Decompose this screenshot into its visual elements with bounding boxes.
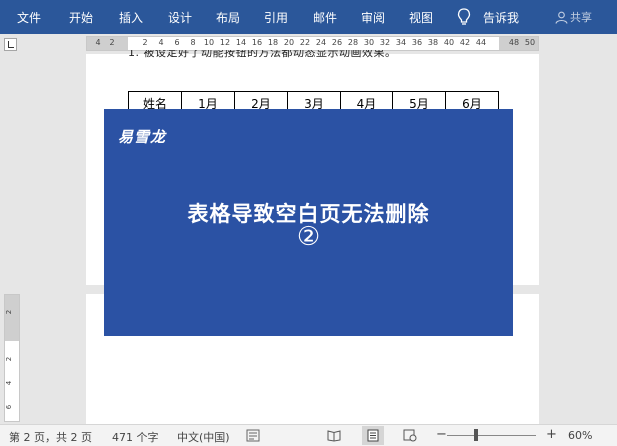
lightbulb-icon <box>457 8 471 25</box>
ruler-number: 50 <box>524 38 536 47</box>
ribbon-tab-bar: 文件 开始 插入 设计 布局 引用 邮件 审阅 视图 告诉我 共享 <box>0 0 617 34</box>
ruler-number: 24 <box>315 38 327 47</box>
tell-me-search[interactable]: 告诉我 <box>483 9 519 26</box>
vruler-number: 4 <box>5 380 14 386</box>
ruler-number: 4 <box>158 38 164 47</box>
tab-insert[interactable]: 插入 <box>119 9 143 26</box>
ruler-number: 8 <box>190 38 196 47</box>
web-layout-icon[interactable] <box>403 429 417 442</box>
ruler-left-margin <box>87 37 128 50</box>
tab-references[interactable]: 引用 <box>264 9 288 26</box>
read-mode-icon[interactable] <box>327 429 341 442</box>
tab-design[interactable]: 设计 <box>168 9 192 26</box>
brand-logo: 易雪龙 <box>118 128 167 146</box>
tab-home[interactable]: 开始 <box>69 9 93 26</box>
tab-view[interactable]: 视图 <box>409 9 433 26</box>
zoom-slider-thumb[interactable] <box>474 429 478 441</box>
zoom-in-button[interactable]: + <box>546 427 557 442</box>
ruler-number: 40 <box>443 38 455 47</box>
ruler-number: 28 <box>347 38 359 47</box>
ruler-number: 6 <box>174 38 180 47</box>
ruler-number: 22 <box>299 38 311 47</box>
circled-number: ② <box>296 222 321 252</box>
horizontal-ruler[interactable]: 4 2 2 4 6 8 10 12 14 16 18 20 22 24 26 2… <box>86 36 539 51</box>
vruler-number: 2 <box>5 309 14 315</box>
zoom-level[interactable]: 60% <box>568 429 592 442</box>
ruler-number: 2 <box>109 38 115 47</box>
document-body-text: 1. 被设定好了动能按钮的方法都动态显示动画效果。 <box>128 50 438 62</box>
ruler-number: 20 <box>283 38 295 47</box>
macro-record-icon[interactable] <box>246 429 260 442</box>
ruler-number: 14 <box>235 38 247 47</box>
ruler-number: 2 <box>142 38 148 47</box>
person-icon <box>555 11 568 24</box>
ruler-number: 26 <box>331 38 343 47</box>
ruler-number: 38 <box>427 38 439 47</box>
share-label: 共享 <box>570 11 592 24</box>
vruler-number: 2 <box>5 356 14 362</box>
ruler-number: 48 <box>508 38 520 47</box>
ruler-number: 30 <box>363 38 375 47</box>
language-indicator[interactable]: 中文(中国) <box>177 429 230 445</box>
ruler-number: 34 <box>395 38 407 47</box>
zoom-slider-track[interactable] <box>447 435 536 436</box>
title-overlay-card: 易雪龙 表格导致空白页无法删除 ② <box>104 109 513 336</box>
ruler-number: 42 <box>459 38 471 47</box>
ruler-number: 4 <box>95 38 101 47</box>
vruler-number: 6 <box>5 404 14 410</box>
print-layout-icon[interactable] <box>366 429 380 442</box>
share-button[interactable]: 共享 <box>555 9 592 25</box>
ruler-number: 12 <box>219 38 231 47</box>
tab-review[interactable]: 审阅 <box>361 9 385 26</box>
ruler-number: 10 <box>203 38 215 47</box>
vertical-ruler-margin <box>5 295 19 341</box>
tab-mailings[interactable]: 邮件 <box>313 9 337 26</box>
vertical-ruler[interactable]: 2 2 4 6 <box>4 294 20 422</box>
ruler-number: 16 <box>251 38 263 47</box>
page-count[interactable]: 第 2 页，共 2 页 <box>9 429 92 445</box>
tab-selector-button[interactable] <box>4 38 17 51</box>
word-count[interactable]: 471 个字 <box>112 429 159 445</box>
ruler-number: 18 <box>267 38 279 47</box>
document-text-line: 1. 被设定好了动能按钮的方法都动态显示动画效果。 <box>128 50 397 59</box>
ruler-number: 32 <box>379 38 391 47</box>
ruler-number: 44 <box>475 38 487 47</box>
tab-layout[interactable]: 布局 <box>216 9 240 26</box>
zoom-out-button[interactable]: − <box>436 427 447 442</box>
status-bar: 第 2 页，共 2 页 471 个字 中文(中国) − + 60% <box>0 424 617 446</box>
tab-file[interactable]: 文件 <box>17 9 41 26</box>
ruler-number: 36 <box>411 38 423 47</box>
